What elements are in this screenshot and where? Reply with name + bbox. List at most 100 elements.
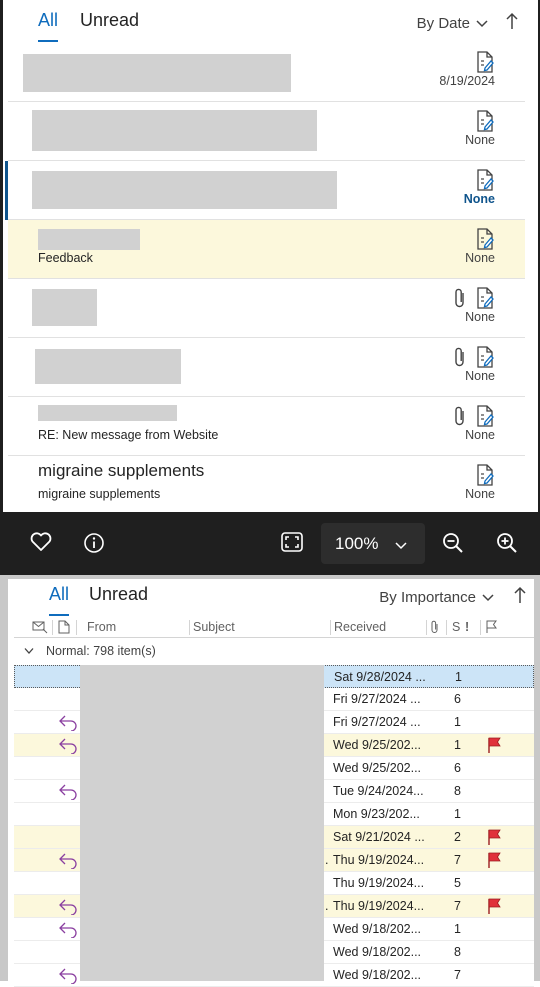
mail-subject: migraine supplements bbox=[38, 487, 161, 501]
task-edit-icon[interactable] bbox=[476, 169, 494, 191]
mail-list-item[interactable]: Feedback None bbox=[8, 220, 525, 279]
task-edit-icon[interactable] bbox=[476, 464, 494, 486]
paperclip-icon bbox=[453, 405, 467, 427]
document-icon[interactable] bbox=[58, 620, 70, 637]
bottom-mail-list-pane: All Unread By Importance From Subject Re… bbox=[0, 575, 540, 987]
mail-list-item[interactable]: 8/19/2024 bbox=[8, 43, 525, 102]
sort-dropdown[interactable]: By Date bbox=[417, 15, 488, 32]
truncation-dot: . bbox=[325, 899, 329, 913]
pane-border-left bbox=[0, 0, 3, 512]
column-size[interactable]: S bbox=[452, 620, 460, 634]
tab-unread[interactable]: Unread bbox=[80, 10, 139, 42]
received-date: Wed 9/25/202... bbox=[333, 761, 422, 775]
zoom-level-dropdown[interactable]: 100% bbox=[321, 523, 425, 564]
mail-list-item[interactable]: None bbox=[8, 102, 525, 161]
envelope-reminder-icon[interactable] bbox=[32, 620, 48, 637]
message-size: 5 bbox=[454, 876, 461, 890]
message-size: 6 bbox=[454, 761, 461, 775]
zoom-in-icon[interactable] bbox=[496, 532, 518, 559]
mail-due-date: None bbox=[465, 428, 495, 442]
message-size: 7 bbox=[454, 968, 461, 982]
redacted-sender bbox=[32, 110, 317, 151]
message-size: 1 bbox=[454, 738, 461, 752]
received-date: Wed 9/18/202... bbox=[333, 945, 422, 959]
sort-direction-arrow-icon[interactable] bbox=[506, 12, 518, 35]
group-header[interactable]: Normal: 798 item(s) bbox=[14, 641, 534, 661]
red-flag-icon[interactable] bbox=[487, 897, 501, 915]
mail-due-date: None bbox=[463, 192, 495, 206]
task-edit-icon[interactable] bbox=[476, 51, 494, 73]
reply-arrow-icon bbox=[58, 897, 78, 916]
viewer-toolbar: 100% bbox=[0, 512, 540, 575]
sort-direction-arrow-icon[interactable] bbox=[514, 586, 526, 609]
mail-subject: Feedback bbox=[38, 251, 93, 265]
tab-unread[interactable]: Unread bbox=[89, 584, 148, 616]
column-importance[interactable]: ! bbox=[465, 620, 469, 634]
task-edit-icon[interactable] bbox=[476, 110, 494, 132]
received-date: Thu 9/19/2024... bbox=[333, 853, 425, 867]
fit-screen-icon[interactable] bbox=[281, 532, 303, 557]
mail-due-date: None bbox=[465, 251, 495, 265]
mail-list-item[interactable]: None bbox=[8, 338, 525, 397]
column-header-row: From Subject Received S ! bbox=[14, 618, 534, 638]
zoom-out-icon[interactable] bbox=[442, 532, 464, 559]
chevron-down-icon bbox=[476, 15, 488, 32]
truncation-dot: . bbox=[325, 853, 329, 867]
sort-dropdown[interactable]: By Importance bbox=[379, 589, 494, 606]
column-separator bbox=[52, 620, 53, 635]
column-separator bbox=[480, 620, 481, 635]
mail-due-date: None bbox=[465, 487, 495, 501]
received-date: Thu 9/19/2024... bbox=[333, 899, 425, 913]
task-edit-icon[interactable] bbox=[476, 287, 494, 309]
received-date: Wed 9/25/202... bbox=[333, 738, 422, 752]
tab-all[interactable]: All bbox=[49, 584, 70, 616]
sort-label: By Date bbox=[416, 15, 470, 32]
reply-arrow-icon bbox=[58, 736, 78, 755]
mail-list-item[interactable]: None bbox=[8, 279, 525, 338]
reply-arrow-icon bbox=[58, 920, 78, 939]
mail-due-date: None bbox=[465, 369, 495, 383]
info-icon[interactable] bbox=[83, 532, 105, 559]
received-date: Sat 9/21/2024 ... bbox=[333, 830, 425, 844]
paperclip-icon bbox=[453, 287, 467, 309]
group-label: Normal: 798 item(s) bbox=[46, 644, 156, 658]
mail-list-item[interactable]: None bbox=[5, 161, 525, 220]
received-date: Fri 9/27/2024 ... bbox=[333, 692, 421, 706]
red-flag-icon[interactable] bbox=[487, 736, 501, 754]
mail-list-item[interactable]: migraine supplements migraine supplements… bbox=[8, 456, 525, 515]
reply-arrow-icon bbox=[58, 851, 78, 870]
message-size: 2 bbox=[454, 830, 461, 844]
column-separator bbox=[189, 620, 190, 635]
message-size: 1 bbox=[454, 922, 461, 936]
mail-list-item[interactable]: RE: New message from Website None bbox=[8, 397, 525, 456]
heart-icon[interactable] bbox=[30, 532, 52, 557]
mail-sender: migraine supplements bbox=[38, 461, 205, 480]
reply-arrow-icon bbox=[58, 966, 78, 985]
chevron-down-icon bbox=[482, 589, 494, 606]
sort-label: By Importance bbox=[379, 589, 476, 606]
task-edit-icon[interactable] bbox=[476, 346, 494, 368]
column-subject[interactable]: Subject bbox=[193, 620, 235, 634]
tab-all[interactable]: All bbox=[38, 10, 59, 42]
mail-subject: RE: New message from Website bbox=[38, 428, 219, 442]
red-flag-icon[interactable] bbox=[487, 851, 501, 869]
task-edit-icon[interactable] bbox=[476, 228, 494, 250]
paperclip-icon[interactable] bbox=[430, 620, 440, 637]
pane-border-left bbox=[0, 575, 8, 981]
received-date: Wed 9/18/202... bbox=[333, 922, 422, 936]
red-flag-icon[interactable] bbox=[487, 828, 501, 846]
reply-arrow-icon bbox=[58, 782, 78, 801]
redacted-sender bbox=[38, 229, 140, 250]
reply-arrow-icon bbox=[58, 713, 78, 732]
task-edit-icon[interactable] bbox=[476, 405, 494, 427]
flag-status-icon[interactable] bbox=[485, 620, 499, 637]
received-date: Sat 9/28/2024 ... bbox=[334, 670, 426, 684]
column-received[interactable]: Received bbox=[334, 620, 386, 634]
message-size: 8 bbox=[454, 945, 461, 959]
redacted-sender bbox=[23, 54, 291, 92]
message-size: 8 bbox=[454, 784, 461, 798]
redacted-from-subject-block bbox=[80, 665, 324, 981]
column-from[interactable]: From bbox=[87, 620, 116, 634]
pane-border-top bbox=[0, 575, 540, 579]
mail-due-date: None bbox=[465, 133, 495, 147]
